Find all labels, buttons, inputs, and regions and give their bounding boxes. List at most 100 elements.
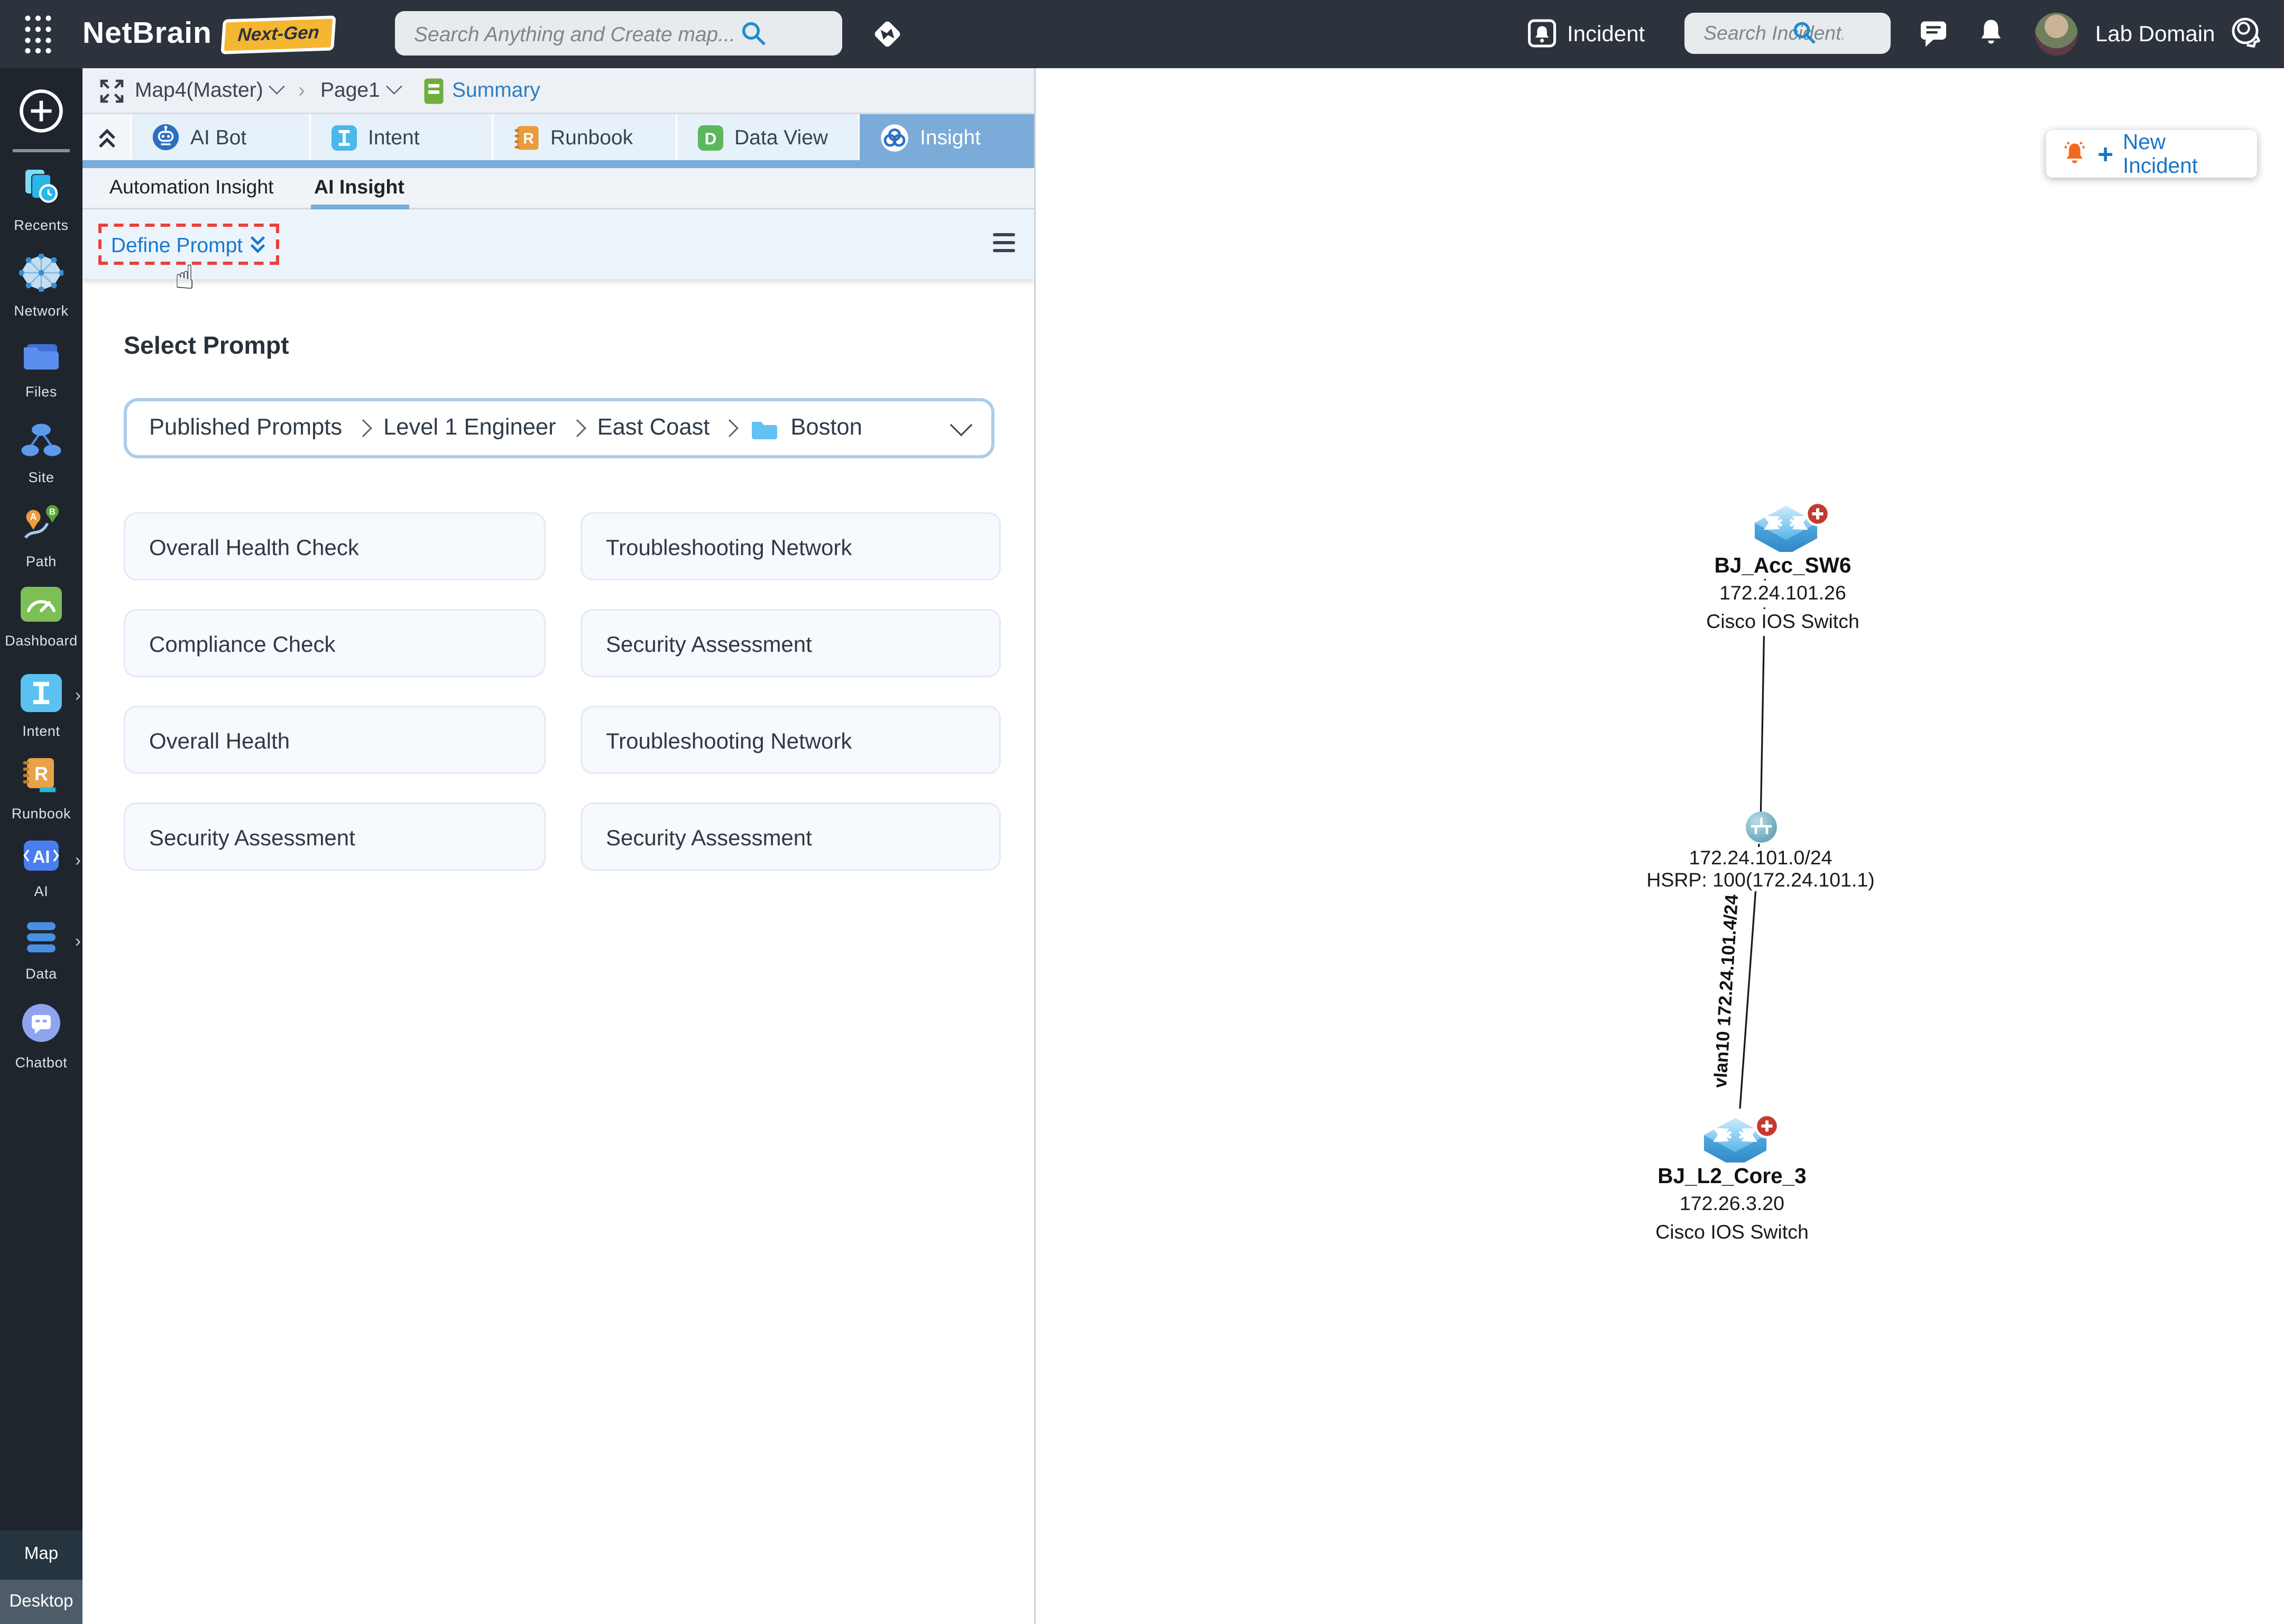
incident-icon[interactable]	[1527, 17, 1558, 51]
breadcrumb-separator: ›	[298, 68, 305, 113]
svg-text:R: R	[34, 763, 48, 785]
files-folder-icon	[21, 338, 62, 373]
chat-icon[interactable]	[1919, 19, 1951, 51]
subtab-ai-insight[interactable]: AI Insight	[314, 168, 404, 208]
segment-labels[interactable]: 172.24.101.0/24 HSRP: 100(172.24.101.1)	[1626, 847, 1895, 891]
prompt-card[interactable]: Overall Health	[124, 706, 546, 774]
expand-map-icon[interactable]	[98, 78, 125, 105]
path-pins-icon: A B	[21, 504, 62, 542]
device-label-bj-acc-sw6[interactable]: BJ_Acc_SW6 172.24.101.26 Cisco IOS Switc…	[1688, 552, 1878, 636]
domain-label[interactable]: Lab Domain	[2095, 0, 2215, 68]
folder-icon	[751, 417, 778, 440]
svg-text:A: A	[30, 512, 37, 522]
sidebar-divider	[13, 149, 70, 152]
add-new-button[interactable]	[19, 89, 63, 133]
sidebar-item-dashboard[interactable]: Dashboard	[0, 587, 82, 649]
summary-doc-icon[interactable]	[423, 78, 444, 105]
tab-intent[interactable]: Intent	[309, 114, 492, 160]
sidebar-item-files[interactable]: Files	[0, 338, 82, 400]
prompt-card[interactable]: Security Assessment	[581, 802, 1001, 871]
panel-tab-bar: AI Bot Intent R Runbook D Data View	[82, 114, 1034, 160]
map-canvas[interactable]: + New Incident BJ_Acc_SW6 172.24.101.26 …	[1034, 68, 2284, 1624]
panel-menu-icon[interactable]	[993, 233, 1015, 252]
user-avatar[interactable]	[2035, 13, 2078, 56]
tab-insight[interactable]: Insight	[858, 114, 1034, 160]
insight-tab-icon	[880, 123, 909, 152]
runbook-tab-icon: R	[514, 125, 539, 150]
sidebar-item-data[interactable]: Data ›	[0, 920, 82, 982]
new-incident-button[interactable]: + New Incident	[2046, 130, 2257, 178]
select-prompt-title: Select Prompt	[124, 333, 289, 362]
chevron-down-icon	[269, 78, 285, 95]
map-name-dropdown[interactable]: Map4(Master)	[135, 68, 284, 113]
expand-arrow-icon[interactable]: ›	[75, 852, 81, 871]
prompt-card[interactable]: Security Assessment	[124, 802, 546, 871]
nextgen-badge: Next-Gen	[220, 15, 336, 54]
svg-text:B: B	[49, 508, 56, 517]
tab-ai-bot[interactable]: AI Bot	[130, 114, 309, 160]
ai-bot-icon	[152, 124, 179, 151]
plus-icon: +	[2097, 141, 2113, 168]
prompt-card-grid: Overall Health Check Troubleshooting Net…	[124, 512, 1001, 871]
dashboard-gauge-icon	[21, 587, 62, 622]
define-prompt-toolbar: Define Prompt	[82, 209, 1034, 279]
data-database-icon	[21, 920, 62, 955]
intent-tab-icon	[331, 125, 357, 150]
global-search-input[interactable]	[395, 11, 842, 56]
top-header-bar: NetBrain Next-Gen Incident Lab Domain	[0, 0, 2284, 68]
prompt-card[interactable]: Troubleshooting Network	[581, 512, 1001, 580]
sidebar-item-site[interactable]: Site	[0, 422, 82, 485]
prompt-card[interactable]: Troubleshooting Network	[581, 706, 1001, 774]
prompt-card[interactable]: Security Assessment	[581, 609, 1001, 677]
expand-arrow-icon[interactable]: ›	[75, 687, 81, 706]
map-mode-bar[interactable]: Map	[0, 1530, 82, 1580]
runbook-icon: R	[21, 756, 62, 795]
prompt-card[interactable]: Overall Health Check	[124, 512, 546, 580]
svg-text:AI: AI	[33, 847, 50, 866]
active-subtab-underline	[311, 205, 409, 209]
desktop-mode-bar[interactable]: Desktop	[0, 1580, 82, 1624]
incident-search-input[interactable]	[1684, 13, 1891, 54]
diamond-nav-icon[interactable]	[866, 13, 909, 56]
map-link-lines	[1036, 68, 2284, 1624]
recents-icon	[21, 167, 62, 206]
alert-bell-icon	[2060, 140, 2088, 168]
sidebar-item-intent[interactable]: Intent ›	[0, 674, 82, 739]
page-name-dropdown[interactable]: Page1	[320, 68, 401, 113]
sidebar-item-chatbot[interactable]: Chatbot	[0, 1002, 82, 1071]
insight-subtabs: Automation Insight AI Insight	[82, 168, 1034, 209]
prompt-folder-dropdown[interactable]: Published Prompts Level 1 Engineer East …	[124, 398, 994, 458]
lan-segment-node[interactable]	[1745, 810, 1778, 844]
tab-runbook[interactable]: R Runbook	[492, 114, 676, 160]
notification-bell-icon[interactable]	[1976, 17, 2006, 51]
selected-tab-strip	[82, 160, 1034, 168]
site-tree-icon	[21, 422, 62, 458]
double-chevron-down-icon	[249, 235, 266, 254]
intent-icon	[21, 674, 62, 712]
mouse-cursor-hand: ☝	[174, 259, 195, 297]
sidebar-item-runbook[interactable]: R Runbook	[0, 756, 82, 822]
expand-arrow-icon[interactable]: ›	[75, 933, 81, 952]
chevron-down-icon	[385, 78, 402, 95]
sidebar-item-ai[interactable]: AI AI ›	[0, 839, 82, 899]
left-sidebar: Recents Network Files Site A	[0, 68, 82, 1624]
collapse-panel-button[interactable]	[82, 114, 130, 160]
sidebar-item-path[interactable]: A B Path	[0, 504, 82, 569]
app-grid-icon[interactable]	[24, 14, 52, 54]
prompt-card[interactable]: Compliance Check	[124, 609, 546, 677]
subtab-automation-insight[interactable]: Automation Insight	[109, 168, 274, 208]
double-chevron-up-icon	[96, 126, 117, 149]
alert-plus-badge	[1805, 501, 1830, 527]
incident-label[interactable]: Incident	[1567, 0, 1645, 68]
tab-data-view[interactable]: D Data View	[676, 114, 858, 160]
dropdown-caret-icon	[950, 414, 972, 436]
svg-text:D: D	[705, 128, 717, 147]
ai-assistant-head-icon[interactable]	[2227, 14, 2267, 54]
device-label-bj-l2-core-3[interactable]: BJ_L2_Core_3 172.26.3.20 Cisco IOS Switc…	[1637, 1162, 1827, 1247]
sidebar-item-network[interactable]: Network	[0, 254, 82, 319]
summary-link[interactable]: Summary	[452, 68, 540, 113]
breadcrumb-chevron-icon	[354, 419, 372, 437]
sidebar-item-recents[interactable]: Recents	[0, 167, 82, 233]
breadcrumb-chevron-icon	[721, 419, 739, 437]
insight-panel: AI Bot Intent R Runbook D Data View	[82, 114, 1034, 1624]
